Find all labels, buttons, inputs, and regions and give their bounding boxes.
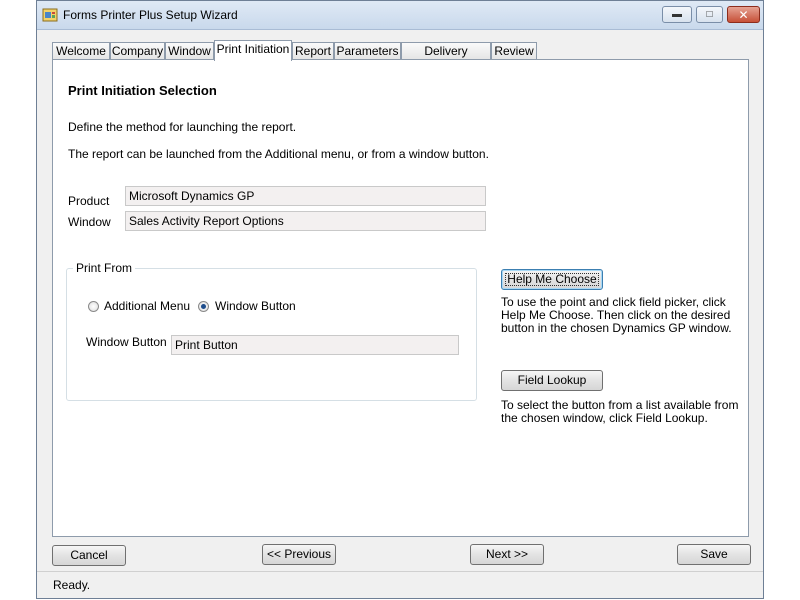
- tab-welcome[interactable]: Welcome: [52, 42, 110, 60]
- product-label: Product: [68, 194, 110, 208]
- tab-panel-print-initiation: Print Initiation Selection Define the me…: [52, 59, 749, 537]
- field-lookup-description: To select the button from a list availab…: [501, 398, 739, 425]
- tab-parameters[interactable]: Parameters: [334, 42, 401, 60]
- status-bar: Ready.: [37, 571, 763, 598]
- field-lookup-button[interactable]: Field Lookup: [501, 370, 603, 391]
- radio-additional-menu[interactable]: [88, 301, 99, 312]
- window-button-label: Window Button: [86, 335, 167, 349]
- description-text: Define the method for launching the repo…: [68, 120, 297, 134]
- maximize-button[interactable]: □: [696, 6, 723, 23]
- wizard-window: Forms Printer Plus Setup Wizard ▬ □ ✕ We…: [36, 0, 764, 599]
- help-me-choose-description: To use the point and click field picker,…: [501, 295, 732, 335]
- tab-delivery-options[interactable]: Delivery Options: [401, 42, 491, 75]
- close-icon: ✕: [738, 7, 749, 22]
- cancel-button[interactable]: Cancel: [52, 545, 126, 566]
- radio-selected-dot: [201, 304, 206, 309]
- window-field: Sales Activity Report Options: [125, 211, 486, 231]
- page-title: Print Initiation Selection: [68, 83, 217, 98]
- next-button[interactable]: Next >>: [470, 544, 544, 565]
- maximize-icon: □: [706, 9, 713, 20]
- print-from-group: Print From Additional Menu Window Button…: [66, 261, 477, 401]
- window-title: Forms Printer Plus Setup Wizard: [63, 8, 238, 22]
- title-bar[interactable]: Forms Printer Plus Setup Wizard ▬ □ ✕: [37, 1, 763, 30]
- minimize-icon: ▬: [672, 9, 682, 20]
- radio-additional-menu-label[interactable]: Additional Menu: [104, 299, 190, 313]
- radio-window-button-label[interactable]: Window Button: [215, 299, 296, 313]
- product-field: Microsoft Dynamics GP: [125, 186, 486, 206]
- window-button-field[interactable]: Print Button: [171, 335, 459, 355]
- window-label: Window: [68, 215, 111, 229]
- save-button[interactable]: Save: [677, 544, 751, 565]
- description-text-2: The report can be launched from the Addi…: [68, 147, 489, 161]
- close-button[interactable]: ✕: [727, 6, 760, 23]
- tab-print-initiation[interactable]: Print Initiation: [214, 40, 292, 61]
- tab-company[interactable]: Company: [110, 42, 165, 60]
- previous-button[interactable]: << Previous: [262, 544, 336, 565]
- minimize-button[interactable]: ▬: [662, 6, 692, 23]
- tab-review[interactable]: Review: [491, 42, 537, 60]
- tab-window[interactable]: Window: [165, 42, 214, 60]
- status-text: Ready.: [53, 578, 91, 592]
- print-from-legend: Print From: [73, 261, 136, 275]
- tab-report[interactable]: Report: [292, 42, 334, 60]
- app-wizard-icon: [42, 8, 58, 22]
- help-me-choose-button[interactable]: Help Me Choose: [501, 269, 603, 290]
- radio-window-button[interactable]: [198, 301, 209, 312]
